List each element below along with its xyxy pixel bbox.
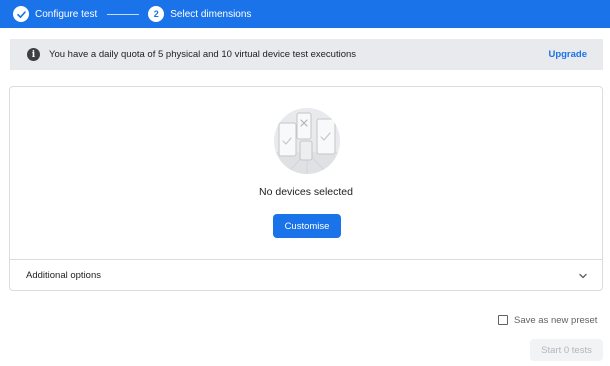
upgrade-link[interactable]: Upgrade xyxy=(548,49,587,60)
step-connector xyxy=(107,13,140,15)
customise-button[interactable]: Customise xyxy=(273,214,341,238)
info-icon: i xyxy=(27,48,40,61)
start-tests-button[interactable]: Start 0 tests xyxy=(530,339,603,361)
save-preset-checkbox[interactable] xyxy=(498,315,508,325)
additional-options-toggle[interactable]: Additional options xyxy=(10,260,602,291)
additional-options-label: Additional options xyxy=(26,270,101,281)
empty-state-title: No devices selected xyxy=(259,186,353,198)
step-label: Configure test xyxy=(35,8,98,20)
step-number-badge: 2 xyxy=(148,6,165,22)
check-icon xyxy=(16,10,26,18)
save-preset-label: Save as new preset xyxy=(514,314,598,326)
step-label: Select dimensions xyxy=(170,8,252,20)
save-preset-option[interactable]: Save as new preset xyxy=(498,313,597,327)
devices-illustration xyxy=(274,108,340,174)
quota-banner: i You have a daily quota of 5 physical a… xyxy=(10,39,603,70)
chevron-down-icon xyxy=(579,273,587,278)
device-selection-card: No devices selected Customise Additional… xyxy=(9,86,603,291)
step-complete-badge xyxy=(13,6,29,22)
step-number: 2 xyxy=(153,8,159,19)
step-configure-test[interactable]: Configure test xyxy=(13,6,97,22)
step-select-dimensions[interactable]: 2 Select dimensions xyxy=(148,6,251,22)
quota-message: You have a daily quota of 5 physical and… xyxy=(49,49,357,60)
stepper-header: Configure test 2 Select dimensions xyxy=(0,0,610,28)
